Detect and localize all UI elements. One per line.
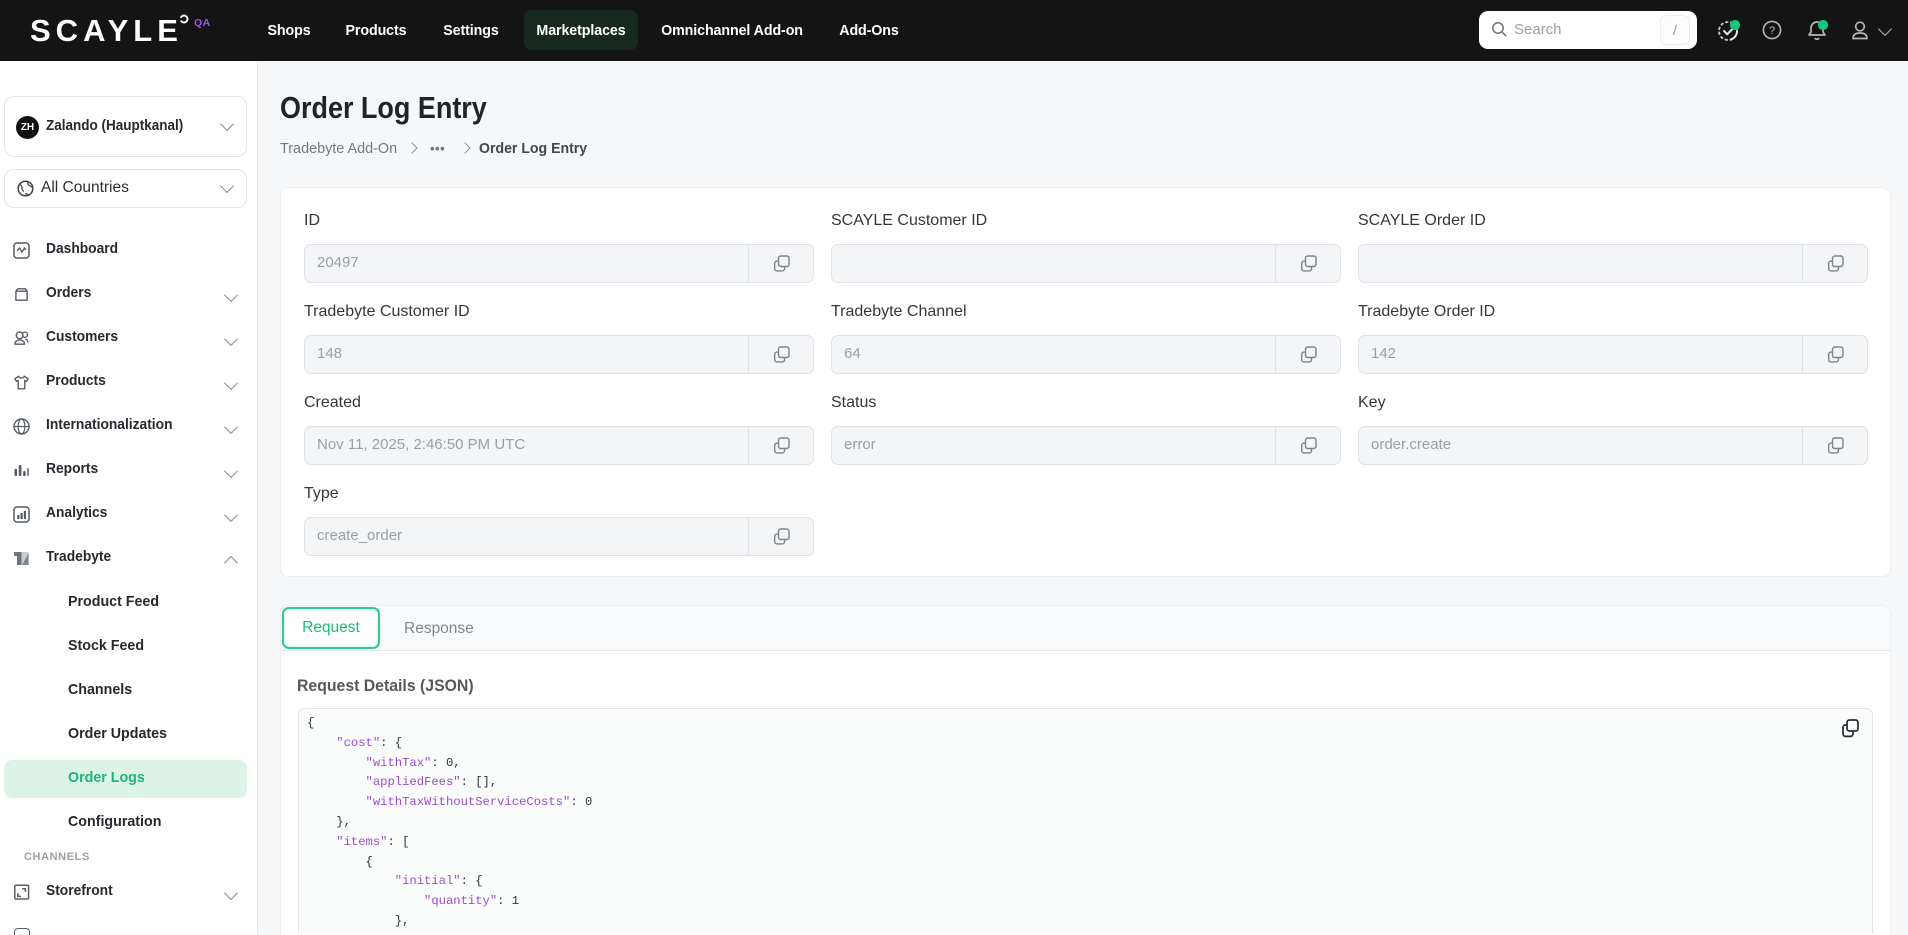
- svg-text:?: ?: [1769, 25, 1775, 37]
